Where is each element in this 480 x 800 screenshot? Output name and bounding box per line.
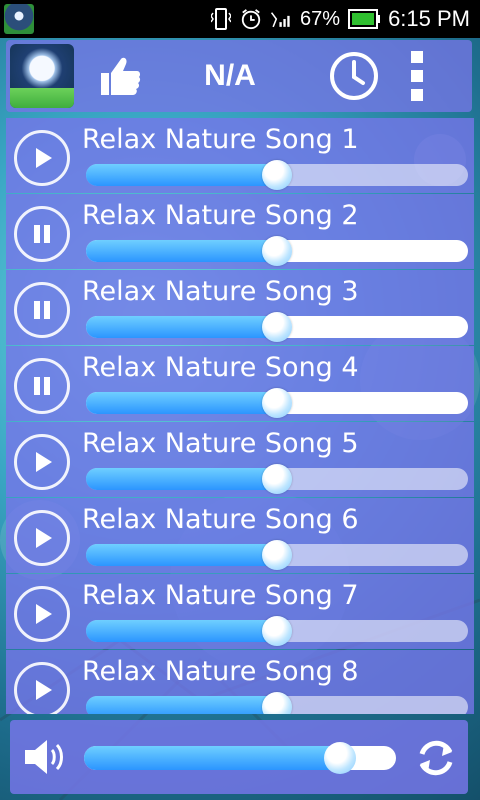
song-list[interactable]: Relax Nature Song 1 Relax Nature Song 2 … <box>6 118 474 714</box>
song-title: Relax Nature Song 7 <box>82 580 359 611</box>
slider-thumb[interactable] <box>262 312 292 342</box>
like-button[interactable] <box>92 48 148 104</box>
play-button[interactable] <box>14 586 70 642</box>
song-row: Relax Nature Song 5 <box>6 422 474 497</box>
page-title: N/A <box>204 59 256 92</box>
song-row: Relax Nature Song 1 <box>6 118 474 193</box>
play-button[interactable] <box>14 434 70 490</box>
slider-fill <box>86 544 277 566</box>
master-volume-fill <box>84 746 340 770</box>
status-icons: 67% 6:15 PM <box>210 6 480 32</box>
play-icon <box>36 680 52 700</box>
play-icon <box>36 452 52 472</box>
play-icon <box>36 528 52 548</box>
menu-dot <box>411 89 423 101</box>
pause-button[interactable] <box>14 206 70 262</box>
pause-button[interactable] <box>14 282 70 338</box>
song-title: Relax Nature Song 4 <box>82 352 359 383</box>
song-title: Relax Nature Song 3 <box>82 276 359 307</box>
play-icon <box>36 604 52 624</box>
slider-fill <box>86 392 277 414</box>
vibrate-icon <box>210 7 232 31</box>
song-row: Relax Nature Song 4 <box>6 346 474 421</box>
pause-icon <box>34 301 50 319</box>
refresh-icon <box>419 740 453 776</box>
app-thumbnail-icon[interactable] <box>10 44 74 108</box>
song-title: Relax Nature Song 1 <box>82 124 359 155</box>
slider-fill <box>86 164 277 186</box>
song-volume-slider[interactable] <box>86 540 468 570</box>
song-volume-slider[interactable] <box>86 160 468 190</box>
pause-icon <box>34 377 50 395</box>
song-row: Relax Nature Song 3 <box>6 270 474 345</box>
play-button[interactable] <box>14 510 70 566</box>
pause-icon <box>34 225 50 243</box>
clock-icon <box>330 52 378 100</box>
slider-fill <box>86 468 277 490</box>
battery-percent: 67% <box>300 7 341 30</box>
overflow-menu-icon[interactable] <box>402 46 432 106</box>
song-row: Relax Nature Song 7 <box>6 574 474 649</box>
status-bar: 67% 6:15 PM <box>0 0 480 38</box>
clock-time: 6:15 PM <box>388 6 470 31</box>
slider-fill <box>86 696 277 714</box>
timer-button[interactable] <box>326 48 382 104</box>
speaker-volume-icon[interactable] <box>18 732 72 782</box>
slider-thumb[interactable] <box>262 540 292 570</box>
play-button[interactable] <box>14 662 70 714</box>
slider-thumb[interactable] <box>262 616 292 646</box>
song-volume-slider[interactable] <box>86 388 468 418</box>
menu-dot <box>411 70 423 82</box>
master-volume-slider[interactable] <box>84 742 396 774</box>
slider-thumb[interactable] <box>262 388 292 418</box>
song-volume-slider[interactable] <box>86 236 468 266</box>
song-title: Relax Nature Song 6 <box>82 504 359 535</box>
slider-thumb[interactable] <box>262 236 292 266</box>
song-volume-slider[interactable] <box>86 464 468 494</box>
song-volume-slider[interactable] <box>86 312 468 342</box>
song-row: Relax Nature Song 8 <box>6 650 474 714</box>
signal-icon <box>270 7 292 31</box>
app-icon <box>4 4 34 34</box>
top-toolbar: N/A <box>6 40 472 112</box>
thumbs-up-icon <box>101 57 141 95</box>
song-title: Relax Nature Song 2 <box>82 200 359 231</box>
song-title: Relax Nature Song 8 <box>82 656 359 687</box>
song-row: Relax Nature Song 6 <box>6 498 474 573</box>
master-volume-thumb[interactable] <box>323 742 356 774</box>
slider-thumb[interactable] <box>262 692 292 714</box>
play-icon <box>36 148 52 168</box>
alarm-icon <box>240 7 262 31</box>
pause-button[interactable] <box>14 358 70 414</box>
play-button[interactable] <box>14 130 70 186</box>
refresh-button[interactable] <box>410 732 462 784</box>
song-volume-slider[interactable] <box>86 692 468 714</box>
battery-icon <box>348 7 381 31</box>
slider-thumb[interactable] <box>262 464 292 494</box>
song-title: Relax Nature Song 5 <box>82 428 359 459</box>
slider-fill <box>86 620 277 642</box>
menu-dot <box>411 51 423 63</box>
slider-thumb[interactable] <box>262 160 292 190</box>
bottom-controls <box>10 720 468 794</box>
song-row: Relax Nature Song 2 <box>6 194 474 269</box>
song-volume-slider[interactable] <box>86 616 468 646</box>
slider-fill <box>86 316 277 338</box>
slider-fill <box>86 240 277 262</box>
